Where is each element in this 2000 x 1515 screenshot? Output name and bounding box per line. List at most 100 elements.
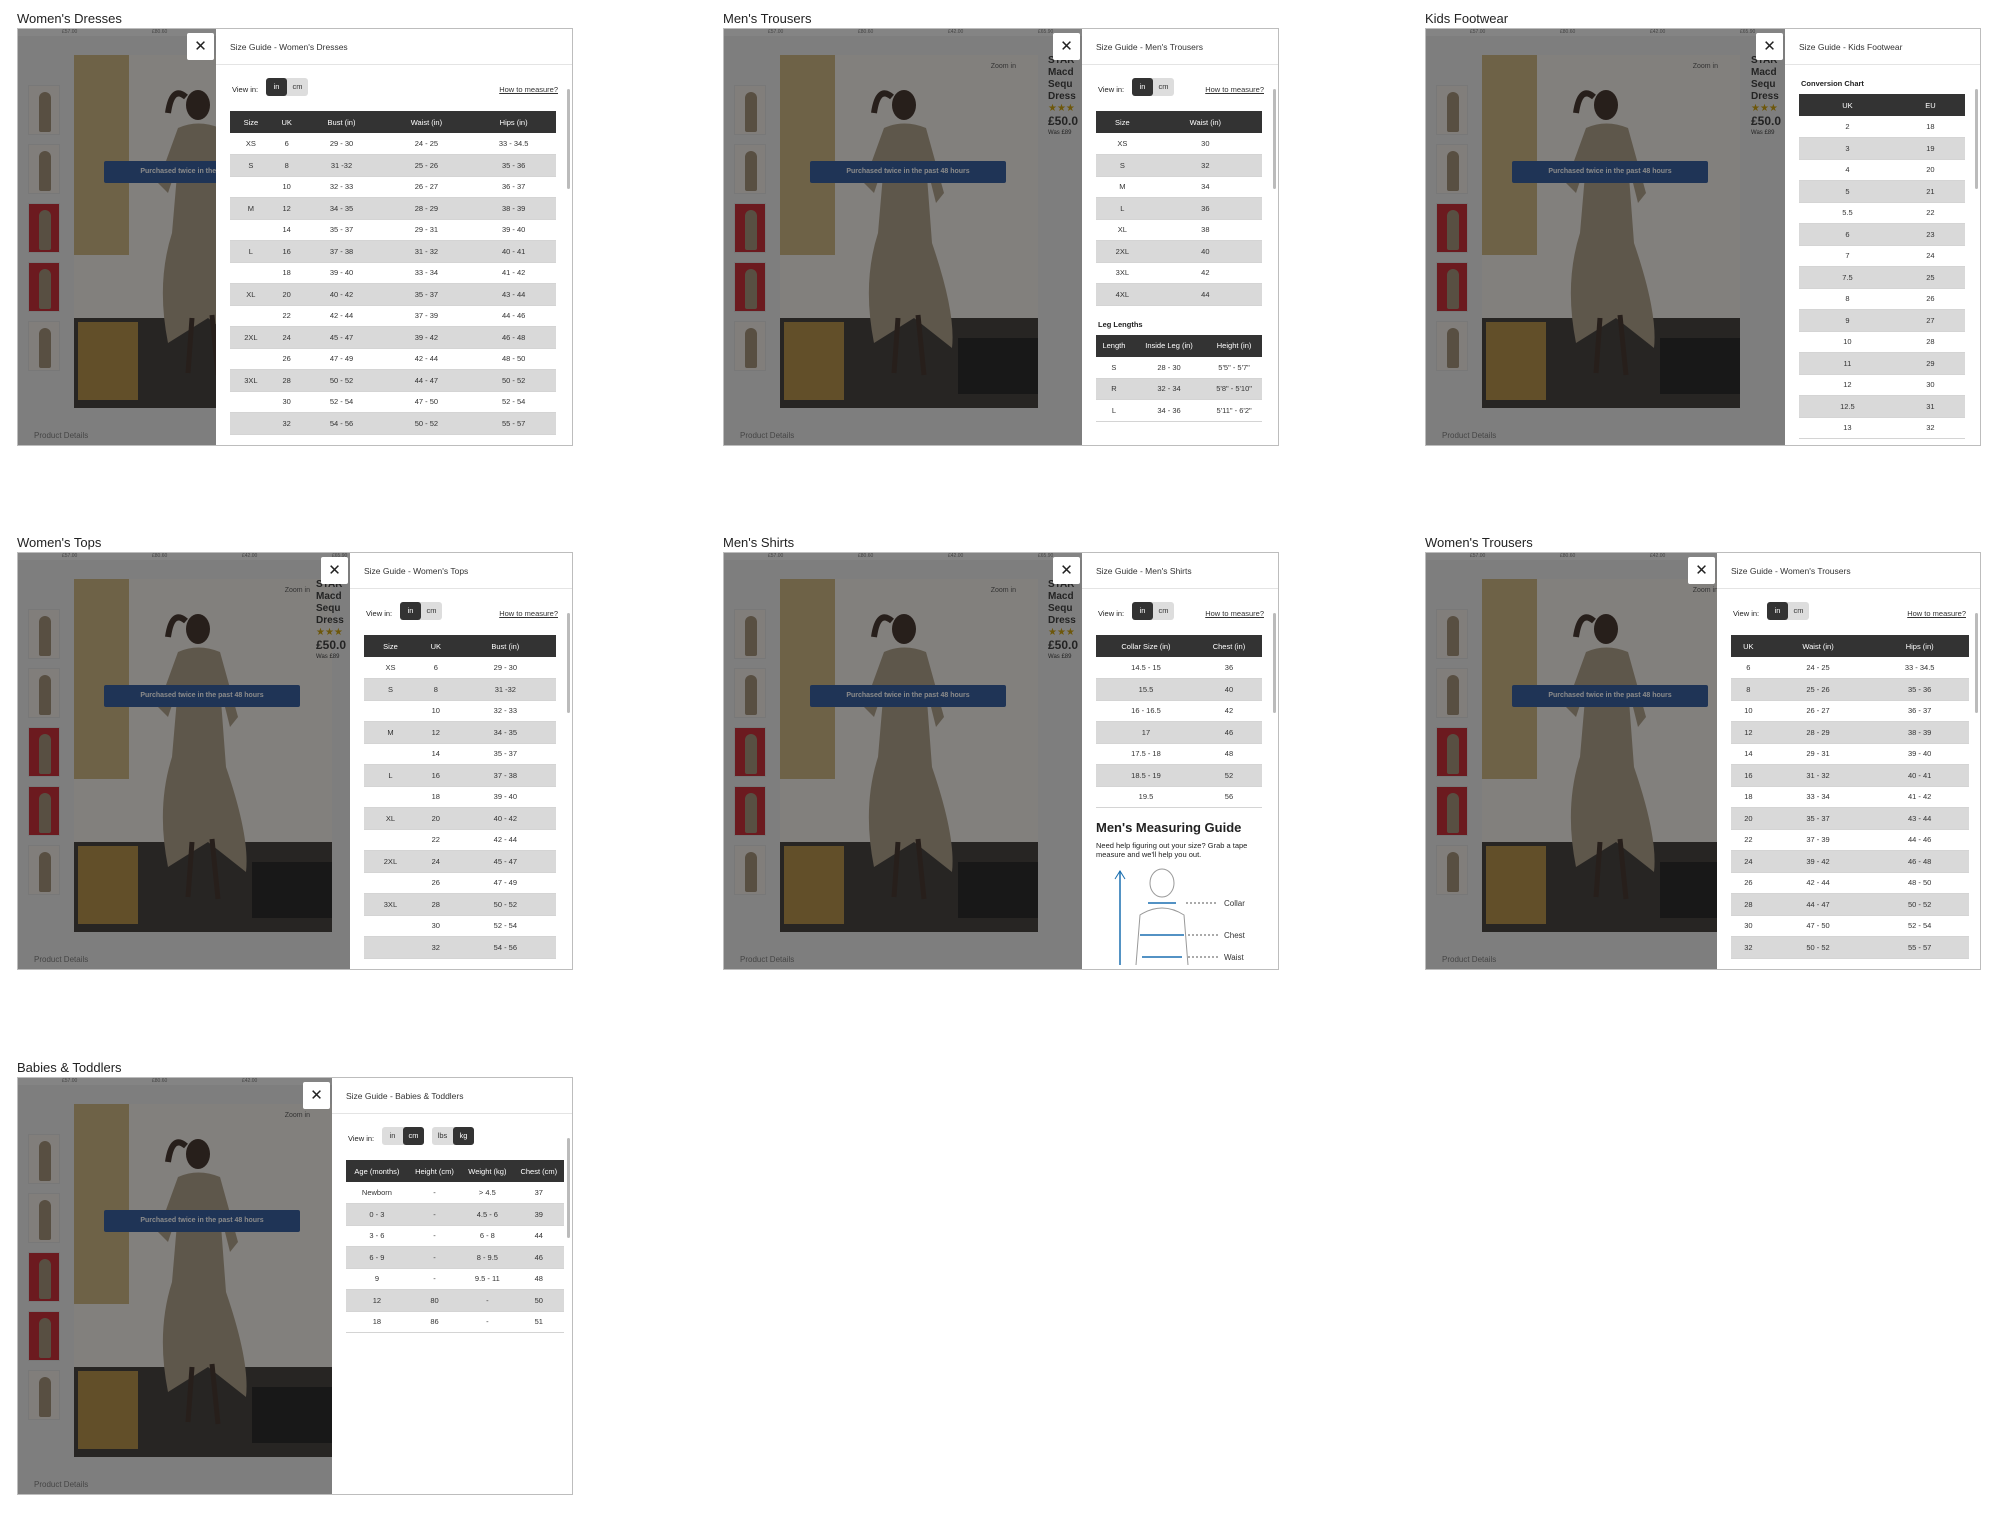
table-cell: 40 - 41	[471, 240, 556, 263]
panel-scrollbar[interactable]	[567, 89, 570, 189]
table-cell: 19.5	[1096, 786, 1196, 808]
close-button[interactable]: ✕	[187, 33, 214, 60]
conversion-chart-title: Conversion Chart	[1801, 79, 1864, 88]
table-cell: 47 - 49	[454, 872, 556, 894]
table-cell: 9	[346, 1268, 408, 1290]
table-cell: 14	[1731, 743, 1766, 765]
panel-scrollbar[interactable]	[1975, 613, 1978, 713]
measure-label-collar: Collar	[1224, 899, 1245, 908]
unit-cm-option[interactable]: cm	[287, 78, 308, 96]
table-row: L 34 - 36 5'11" - 6'2"	[1096, 399, 1262, 422]
table-header-cell: Size	[364, 635, 417, 657]
table-row: 28 44 - 47 50 - 52	[1731, 893, 1969, 916]
panel-scrollbar[interactable]	[567, 613, 570, 713]
unit-in-option[interactable]: in	[1132, 78, 1153, 96]
table-cell: 12	[346, 1289, 408, 1312]
panel-scrollbar[interactable]	[1273, 613, 1276, 713]
unit-cm-option[interactable]: cm	[403, 1127, 424, 1145]
table-cell: 9	[1799, 309, 1896, 332]
table-header-cell: Collar Size (in)	[1096, 635, 1196, 657]
how-to-measure-link[interactable]: How to measure?	[1205, 85, 1264, 94]
unit-cm-option[interactable]: cm	[1153, 78, 1174, 96]
table-row: 9 27	[1799, 309, 1965, 332]
table-cell: 5'8" - 5'10"	[1206, 378, 1262, 400]
unit-in-option[interactable]: in	[382, 1127, 403, 1145]
table-cell: 25	[1895, 266, 1965, 289]
table-row: XL 38	[1096, 219, 1262, 241]
unit-cm-option[interactable]: cm	[1788, 602, 1809, 620]
table-cell: 6 - 9	[346, 1246, 408, 1269]
close-button[interactable]: ✕	[321, 557, 348, 584]
size-guide-card: Babies & Toddlers £57.00£80.60£42.00£65.9…	[17, 1060, 573, 1495]
table-cell: 18.5 - 19	[1096, 764, 1196, 787]
table-cell: 7.5	[1799, 266, 1896, 289]
unit-toggle[interactable]: in cm	[1132, 78, 1174, 96]
unit-in-option[interactable]: in	[266, 78, 287, 96]
close-button[interactable]: ✕	[1053, 33, 1080, 60]
table-cell: > 4.5	[461, 1182, 514, 1204]
table-cell: 32	[1148, 154, 1262, 177]
table-cell	[364, 700, 417, 722]
table-cell: -	[407, 1225, 462, 1247]
unit-cm-option[interactable]: cm	[1153, 602, 1174, 620]
close-button[interactable]: ✕	[1053, 557, 1080, 584]
unit-toggle[interactable]: in cm	[1132, 602, 1174, 620]
table-row: 17 46	[1096, 721, 1262, 744]
screenshot-frame: £57.00£80.60£42.00£65.90 Zoom inPurchase…	[17, 28, 573, 446]
table-cell	[230, 305, 272, 327]
table-cell: 39 - 40	[301, 262, 382, 284]
how-to-measure-link[interactable]: How to measure?	[1205, 609, 1264, 618]
how-to-measure-link[interactable]: How to measure?	[499, 85, 558, 94]
table-cell: 26 - 27	[1765, 700, 1871, 722]
table-cell: 16 - 16.5	[1096, 700, 1196, 722]
panel-scrollbar[interactable]	[1273, 89, 1276, 189]
unit-kg-option[interactable]: kg	[453, 1127, 474, 1145]
close-button[interactable]: ✕	[1756, 33, 1783, 60]
weight-unit-toggle[interactable]: lbs kg	[432, 1127, 474, 1145]
size-table-wrap: Size UK Bust (in) XS 6 29 - 30 S 8 31 -32 10 32 - …	[364, 635, 572, 959]
unit-toggle[interactable]: in cm	[266, 78, 308, 96]
table-cell	[364, 872, 417, 894]
table-row: 18 39 - 40	[364, 786, 556, 808]
how-to-measure-link[interactable]: How to measure?	[499, 609, 558, 618]
table-cell: 34 - 35	[301, 197, 382, 220]
size-table: UK Waist (in) Hips (in) 6 24 - 25 33 - 34.5 8 2…	[1731, 635, 1969, 959]
panel-scrollbar[interactable]	[567, 1138, 570, 1238]
close-button[interactable]: ✕	[1688, 557, 1715, 584]
table-cell: 27	[1895, 309, 1965, 332]
table-cell: 31 - 32	[381, 240, 472, 263]
table-cell: 15.5	[1096, 678, 1196, 701]
table-row: 26 47 - 49	[364, 872, 556, 894]
close-button[interactable]: ✕	[303, 1082, 330, 1109]
unit-toggle[interactable]: in cm	[382, 1127, 424, 1145]
table-header-cell: Size	[230, 111, 272, 133]
table-cell: 3XL	[230, 369, 272, 392]
table-cell: 46	[1195, 721, 1262, 744]
unit-toggle[interactable]: in cm	[1767, 602, 1809, 620]
table-cell: 38	[1148, 219, 1262, 241]
panel-scrollbar[interactable]	[1975, 89, 1978, 189]
table-cell: 6	[271, 133, 302, 155]
table-cell: 48	[513, 1268, 564, 1290]
table-cell: 18	[1895, 116, 1965, 138]
how-to-measure-link[interactable]: How to measure?	[1907, 609, 1966, 618]
unit-in-option[interactable]: in	[1767, 602, 1788, 620]
unit-in-option[interactable]: in	[400, 602, 421, 620]
table-row: 7 24	[1799, 245, 1965, 267]
unit-cm-option[interactable]: cm	[421, 602, 442, 620]
table-cell: 31 -32	[301, 154, 382, 177]
table-header-cell: Hips (in)	[1870, 635, 1969, 657]
table-cell: 41 - 42	[1870, 786, 1969, 808]
screenshot-frame: £57.00£80.60£42.00£65.90 Zoom inPurchase…	[1425, 28, 1981, 446]
unit-toggle[interactable]: in cm	[400, 602, 442, 620]
table-row: 14 35 - 37	[364, 743, 556, 765]
size-guide-panel: Size Guide - Kids Footwear Conversion Cha…	[1785, 29, 1980, 445]
card-title: Kids Footwear	[1425, 11, 1509, 26]
table-cell: 48	[1195, 743, 1262, 765]
table-cell: Newborn	[346, 1182, 408, 1204]
table-row: 14.5 - 15 36	[1096, 657, 1262, 679]
unit-in-option[interactable]: in	[1132, 602, 1153, 620]
table-row: 10 32 - 33 26 - 27 36 - 37	[230, 176, 556, 198]
table-row: 6 23	[1799, 223, 1965, 246]
unit-lbs-option[interactable]: lbs	[432, 1127, 453, 1145]
